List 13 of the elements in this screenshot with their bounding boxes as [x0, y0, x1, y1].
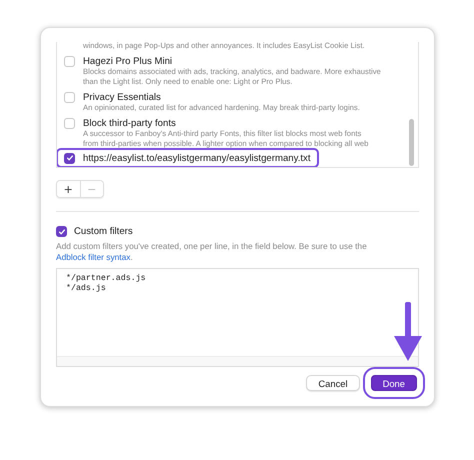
filter-title: https://easylist.to/easylistgermany/easylistgermany.txt: [83, 152, 310, 164]
filters-text-field[interactable]: */partner.ads.js */ads.js: [56, 268, 419, 367]
scrollbar-thumb[interactable]: [409, 119, 414, 166]
add-button[interactable]: +: [57, 181, 80, 197]
filter-title: Block third-party fonts: [83, 118, 176, 128]
checkbox[interactable]: [64, 152, 75, 164]
filter-title: Privacy Essentials: [83, 92, 161, 102]
syntax-link[interactable]: Adblock filter syntax: [56, 252, 130, 262]
filter-title: Hagezi Pro Plus Mini: [83, 56, 172, 66]
checkbox[interactable]: [56, 226, 67, 237]
cancel-button[interactable]: Cancel: [306, 375, 360, 391]
custom-filters-label: Custom filters: [74, 226, 133, 237]
custom-filters-description: Add custom filters you've created, one per line, in the field below. Be sure to use the Adblock filter syntax.: [56, 241, 368, 263]
